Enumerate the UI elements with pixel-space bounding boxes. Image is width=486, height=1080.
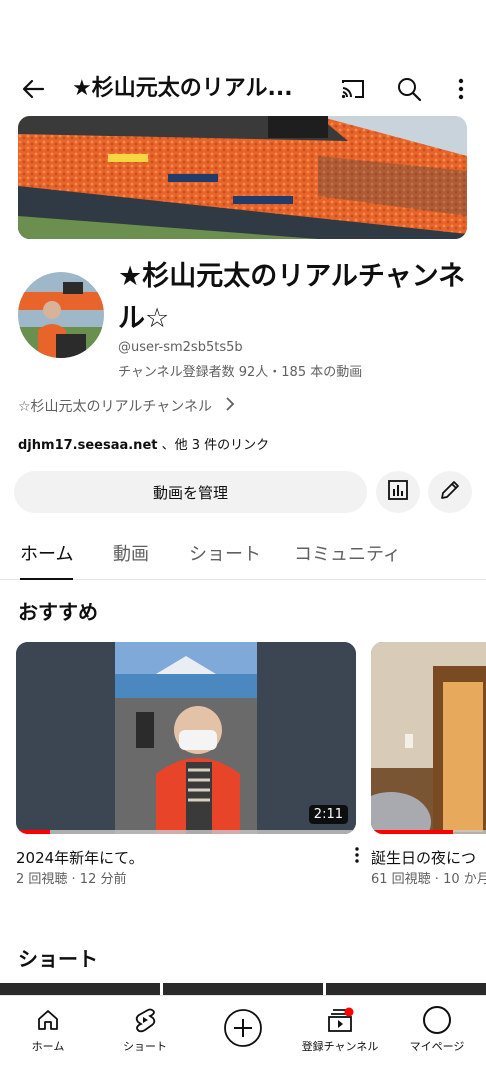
- channel-avatar[interactable]: [18, 272, 104, 358]
- video-meta: 61 回視聴 · 10 か月: [371, 872, 486, 887]
- video-title[interactable]: 誕生日の夜につ: [371, 847, 476, 868]
- profile-avatar-icon: [422, 1004, 452, 1036]
- video-duration: 2:11: [308, 805, 348, 824]
- nav-home-label: ホーム: [31, 1040, 65, 1053]
- channel-description[interactable]: ☆杉山元太のリアルチャンネル: [18, 396, 236, 416]
- analytics-button[interactable]: [376, 471, 420, 513]
- nav-shorts-label: ショート: [123, 1040, 167, 1053]
- nav-create[interactable]: [198, 1004, 288, 1052]
- video-meta: 2 回視聴 · 12 分前: [16, 872, 127, 887]
- channel-stats: チャンネル登録者数 92人・185 本の動画: [118, 365, 363, 380]
- nav-subscriptions-label: 登録チャンネル: [301, 1040, 379, 1053]
- bottom-navigation: ホーム ショート 登録チャンネル マイページ: [0, 995, 486, 1080]
- more-options-icon[interactable]: [446, 74, 476, 104]
- video-card[interactable]: 誕生日の夜につ 61 回視聴 · 10 か月: [371, 642, 486, 902]
- channel-banner: [18, 116, 467, 239]
- video-thumbnail[interactable]: [371, 642, 486, 834]
- link-host[interactable]: djhm17.seesaa.net: [18, 438, 157, 453]
- back-arrow-icon[interactable]: [18, 74, 48, 104]
- tab-home[interactable]: ホーム: [20, 540, 74, 580]
- video-thumbnail[interactable]: 2:11: [16, 642, 356, 834]
- channel-links[interactable]: djhm17.seesaa.net 、他 3 件のリンク: [18, 434, 269, 453]
- section-title-shorts: ショート: [18, 947, 98, 971]
- shorts-icon: [132, 1004, 158, 1036]
- nav-home[interactable]: ホーム: [3, 1004, 93, 1054]
- video-more-icon[interactable]: [352, 845, 362, 865]
- tab-videos[interactable]: 動画: [113, 540, 149, 580]
- watch-progress: [16, 830, 356, 834]
- more-links-text[interactable]: 、他 3 件のリンク: [157, 438, 270, 453]
- manage-videos-button[interactable]: 動画を管理: [14, 471, 367, 513]
- home-icon: [35, 1004, 61, 1036]
- edit-channel-button[interactable]: [428, 471, 472, 513]
- analytics-icon: [387, 479, 409, 505]
- short-thumbnail[interactable]: [163, 983, 323, 995]
- channel-title: ★杉山元太のリアル...: [72, 76, 293, 101]
- channel-description-text: ☆杉山元太のリアルチャンネル: [18, 399, 212, 415]
- video-title[interactable]: 2024年新年にて。: [16, 847, 144, 868]
- cast-icon[interactable]: [338, 74, 368, 104]
- section-title-recommended: おすすめ: [18, 600, 98, 624]
- nav-you[interactable]: マイページ: [392, 1004, 482, 1054]
- channel-handle: @user-sm2sb5ts5b: [118, 340, 243, 355]
- nav-shorts[interactable]: ショート: [100, 1004, 190, 1054]
- tab-community[interactable]: コミュニティ: [294, 540, 401, 580]
- chevron-right-icon: [224, 396, 236, 416]
- channel-name: ★杉山元太のリアルチャンネル☆: [118, 261, 466, 334]
- search-icon[interactable]: [394, 74, 424, 104]
- add-icon: [223, 1004, 263, 1052]
- shorts-shelf: [0, 983, 486, 995]
- video-card[interactable]: 2:11 2024年新年にて。 2 回視聴 · 12 分前: [16, 642, 359, 887]
- nav-you-label: マイページ: [409, 1040, 465, 1053]
- nav-subscriptions[interactable]: 登録チャンネル: [295, 1004, 385, 1054]
- top-app-bar: ★杉山元太のリアル...: [0, 60, 486, 118]
- short-thumbnail[interactable]: [0, 983, 160, 995]
- tab-shorts[interactable]: ショート: [189, 540, 261, 580]
- pencil-icon: [439, 479, 461, 505]
- watch-progress: [371, 830, 486, 834]
- short-thumbnail[interactable]: [326, 983, 486, 995]
- channel-tabs: ホーム 動画 ショート コミュニティ: [0, 530, 486, 580]
- subscriptions-icon: [326, 1004, 354, 1036]
